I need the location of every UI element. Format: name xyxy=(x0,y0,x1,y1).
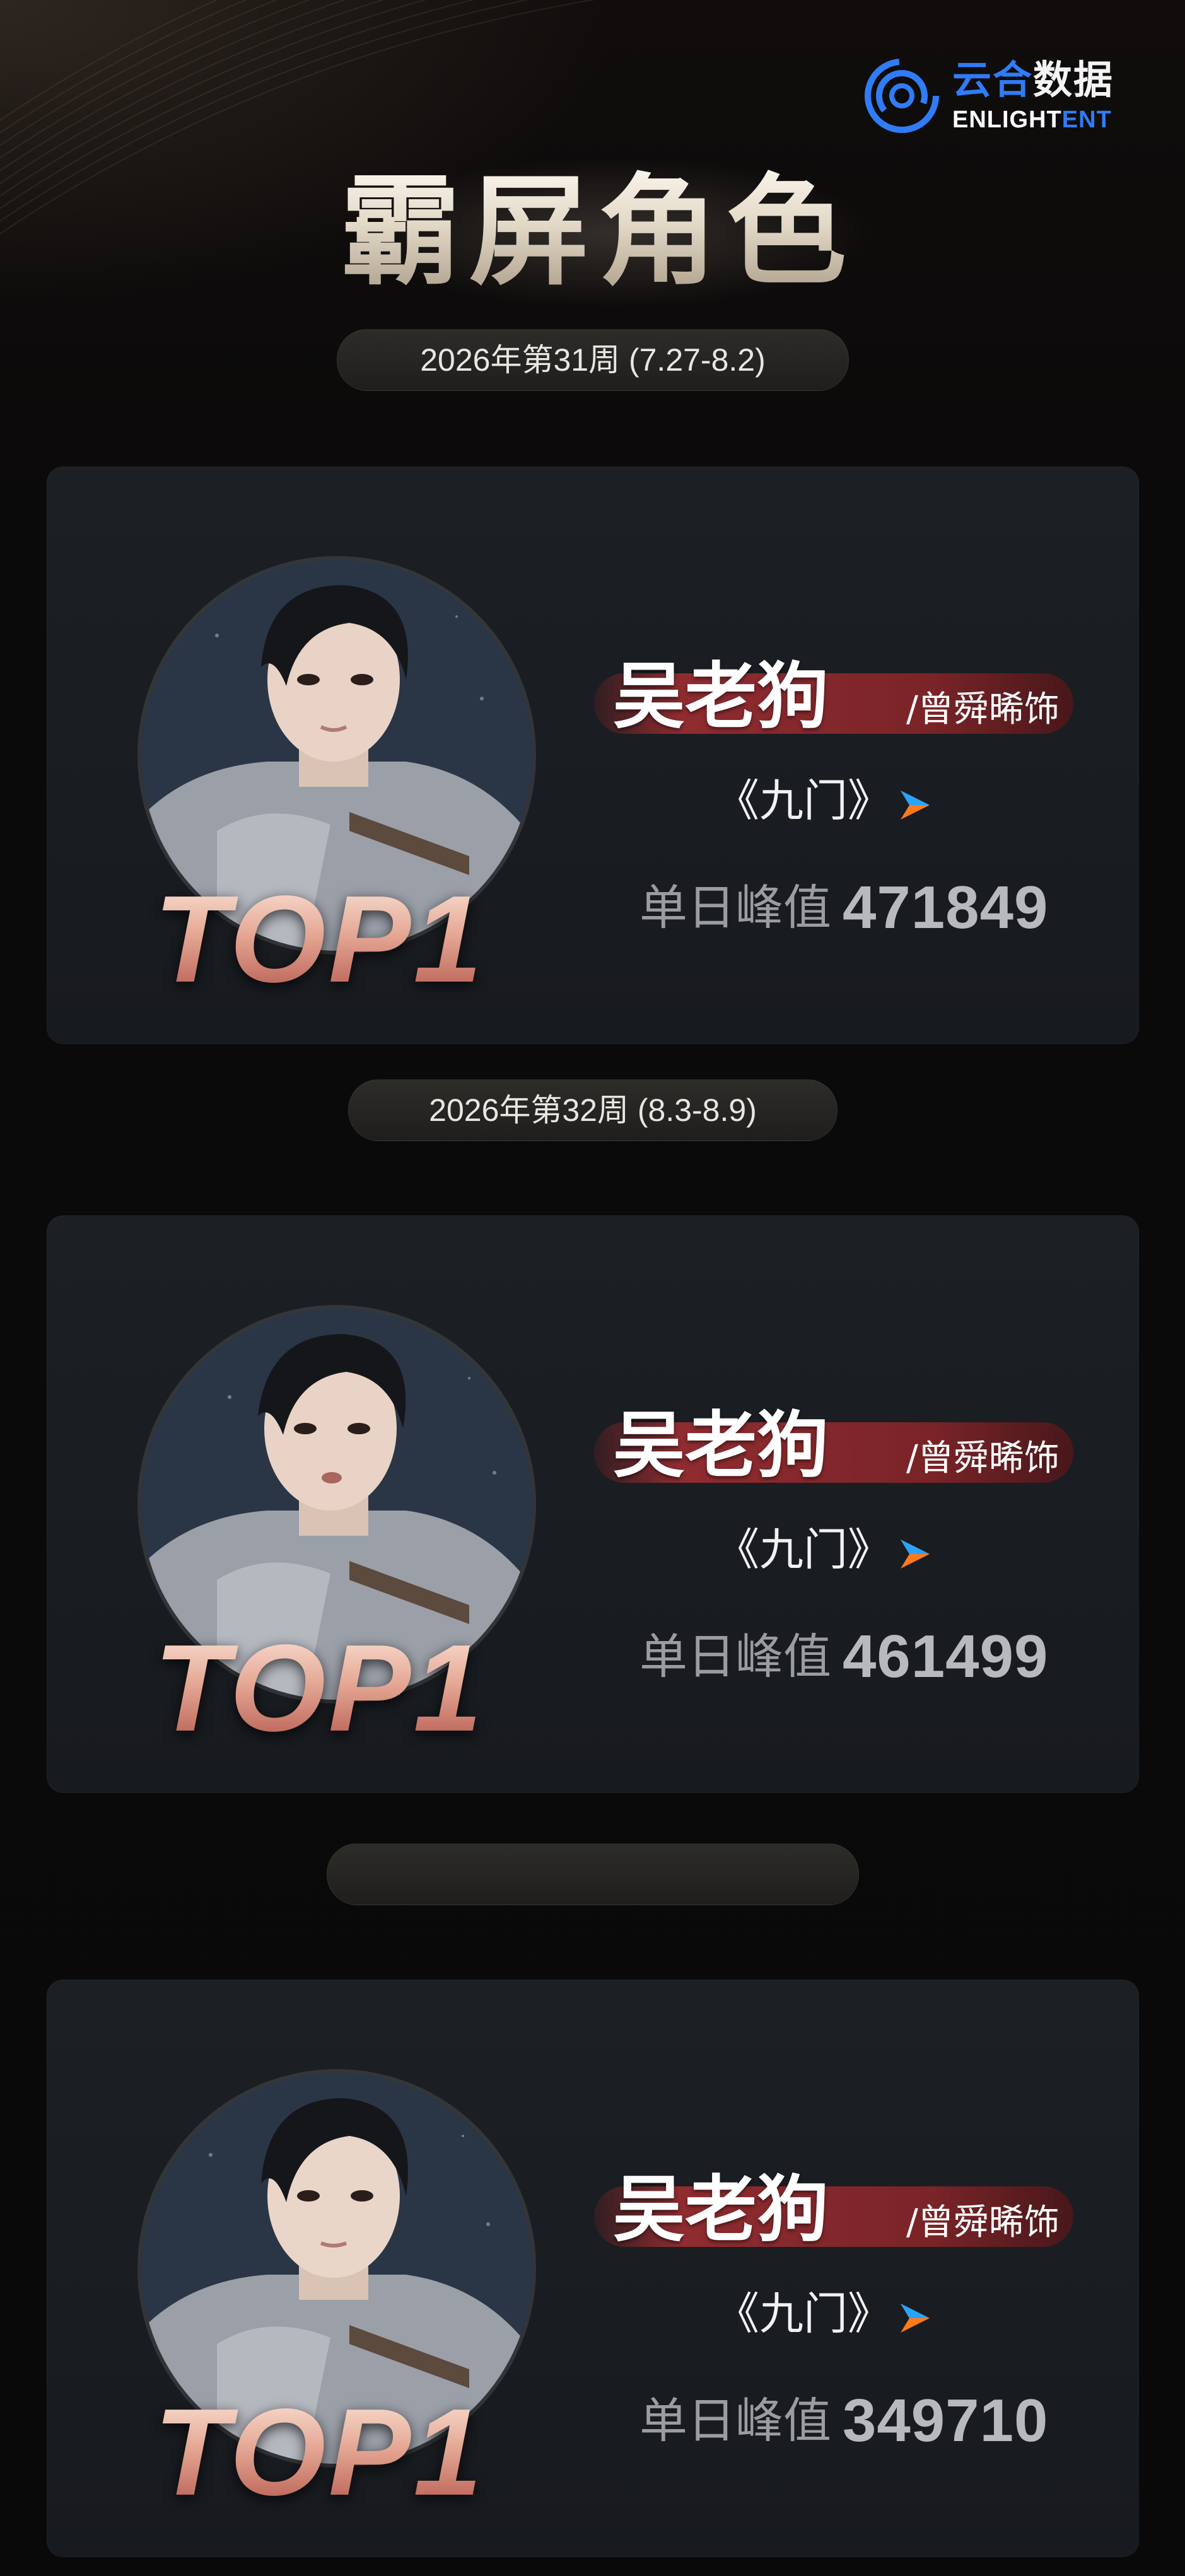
peak-value: 349710 xyxy=(843,2387,1049,2454)
peak-value: 471849 xyxy=(843,874,1049,941)
brand-name-cn: 云合数据 xyxy=(952,57,1114,103)
role-name: 吴老狗 xyxy=(613,1403,829,1487)
brand-logo: 云合数据 ENLIGHTENT xyxy=(863,55,1128,144)
week-pill-3 xyxy=(327,1843,859,1905)
peak-label: 单日峰值 xyxy=(639,879,831,936)
peak-value-row: 单日峰值 349710 xyxy=(639,2383,1048,2459)
drama-title: 《九门》 xyxy=(715,775,892,827)
page: 云合数据 ENLIGHTENT 霸屏角色 2026年第31周 (7.27-8.2… xyxy=(0,0,1185,2576)
rank-badge: TOP1 xyxy=(154,2389,570,2515)
play-logo-icon xyxy=(901,2304,930,2333)
week-label: 2026年第31周 (7.27-8.2) xyxy=(420,342,766,378)
actor-name: /曾舜晞饰 xyxy=(906,2202,1059,2243)
peak-label: 单日峰值 xyxy=(639,1628,831,1685)
role-name: 吴老狗 xyxy=(613,654,829,738)
peak-value-row: 单日峰值 461499 xyxy=(639,1619,1048,1695)
peak-label: 单日峰值 xyxy=(639,2393,831,2449)
role-banner: 吴老狗 /曾舜晞饰 xyxy=(588,2162,1105,2257)
week-pill-1: 2026年第31周 (7.27-8.2) xyxy=(337,329,849,391)
drama-title: 《九门》 xyxy=(715,2288,892,2340)
rank-badge: TOP1 xyxy=(154,1625,570,1751)
week-label: 2026年第32周 (8.3-8.9) xyxy=(429,1093,757,1128)
role-name: 吴老狗 xyxy=(613,2167,829,2251)
peak-value-row: 单日峰值 471849 xyxy=(639,870,1048,946)
role-banner: 吴老狗 /曾舜晞饰 xyxy=(588,649,1105,744)
role-banner: 吴老狗 /曾舜晞饰 xyxy=(588,1398,1105,1493)
peak-value: 461499 xyxy=(843,1623,1049,1690)
page-title: 霸屏角色 xyxy=(341,162,856,301)
play-logo-icon xyxy=(901,791,930,820)
actor-name: /曾舜晞饰 xyxy=(906,1438,1059,1479)
drama-title: 《九门》 xyxy=(715,1524,892,1575)
brand-name-en: ENLIGHTENT xyxy=(952,107,1112,133)
week-pill-2: 2026年第32周 (8.3-8.9) xyxy=(348,1079,838,1141)
rank-badge: TOP1 xyxy=(154,876,570,1002)
ranking-card-1: TOP1 吴老狗 /曾舜晞饰 《九门》 单日峰值 471849 xyxy=(47,467,1139,1044)
ranking-card-2: TOP1 吴老狗 /曾舜晞饰 《九门》 单日峰值 461499 xyxy=(47,1215,1139,1793)
brand-ring-icon xyxy=(865,59,939,133)
ranking-card-3: TOP1 吴老狗 /曾舜晞饰 《九门》 单日峰值 349710 xyxy=(47,1980,1139,2557)
actor-name: /曾舜晞饰 xyxy=(906,689,1059,730)
play-logo-icon xyxy=(901,1540,930,1569)
